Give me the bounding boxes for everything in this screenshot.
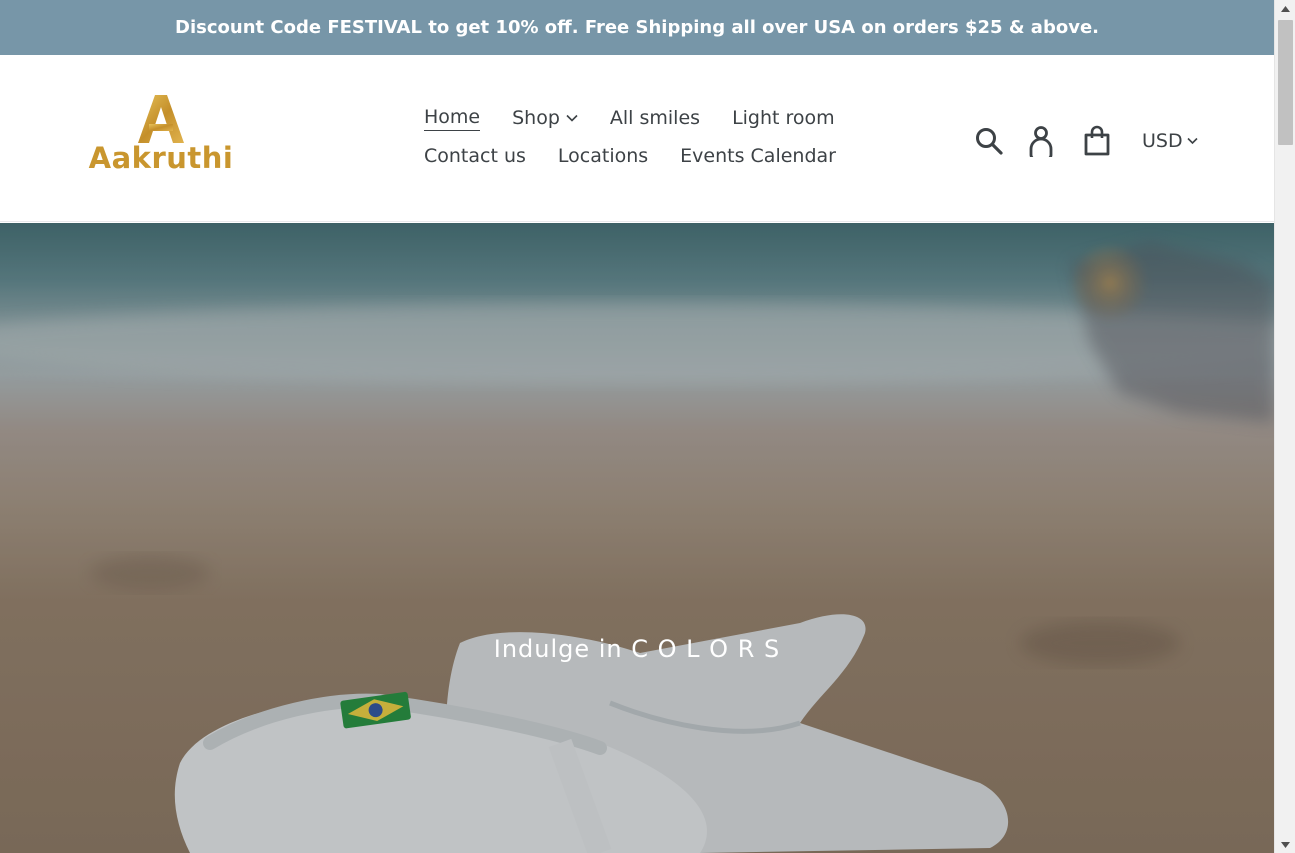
nav-item-locations[interactable]: Locations xyxy=(558,145,648,167)
logo-text: Aakruthi xyxy=(88,141,234,175)
site-header: Aakruthi Home Shop All smiles Light room xyxy=(0,55,1274,222)
nav-item-all-smiles[interactable]: All smiles xyxy=(610,107,700,129)
nav-item-label: Shop xyxy=(512,107,560,129)
main-nav: Home Shop All smiles Light room Contact xyxy=(424,99,884,175)
nav-row-2: Contact us Locations Events Calendar xyxy=(424,137,884,175)
hero-title: Indulge in C O L O R S xyxy=(493,635,781,663)
scroll-down-arrow-icon[interactable] xyxy=(1275,836,1295,853)
scrollbar[interactable] xyxy=(1274,0,1295,853)
scrollbar-thumb[interactable] xyxy=(1278,20,1293,145)
page: Discount Code FESTIVAL to get 10% off. F… xyxy=(0,0,1274,853)
currency-value: USD xyxy=(1142,130,1183,152)
currency-selector[interactable]: USD xyxy=(1142,130,1198,152)
nav-item-label: Light room xyxy=(732,107,835,129)
nav-item-shop[interactable]: Shop xyxy=(512,107,578,129)
hero-banner[interactable]: Indulge in C O L O R S xyxy=(0,223,1274,853)
chevron-down-icon xyxy=(566,114,578,122)
nav-item-contact-us[interactable]: Contact us xyxy=(424,145,526,167)
nav-item-light-room[interactable]: Light room xyxy=(732,107,835,129)
header-icons xyxy=(972,121,1112,161)
chevron-down-icon xyxy=(1187,137,1198,145)
announcement-text: Discount Code FESTIVAL to get 10% off. F… xyxy=(175,17,1099,38)
nav-row-1: Home Shop All smiles Light room xyxy=(424,99,884,137)
scroll-up-arrow-icon[interactable] xyxy=(1275,0,1295,17)
search-icon[interactable] xyxy=(972,126,1006,156)
nav-item-label: Contact us xyxy=(424,145,526,167)
nav-item-home[interactable]: Home xyxy=(424,106,481,131)
nav-item-label: Home xyxy=(424,106,481,131)
cart-icon[interactable] xyxy=(1082,125,1112,157)
logo[interactable]: Aakruthi xyxy=(88,93,234,179)
announcement-bar[interactable]: Discount Code FESTIVAL to get 10% off. F… xyxy=(0,0,1274,55)
logo-mark-icon xyxy=(138,95,184,143)
nav-item-label: Events Calendar xyxy=(680,145,836,167)
nav-item-label: All smiles xyxy=(609,107,701,129)
account-icon[interactable] xyxy=(1026,125,1056,157)
nav-item-label: Locations xyxy=(557,145,649,167)
nav-item-events-calendar[interactable]: Events Calendar xyxy=(680,145,836,167)
hero-overlay xyxy=(0,223,1274,853)
